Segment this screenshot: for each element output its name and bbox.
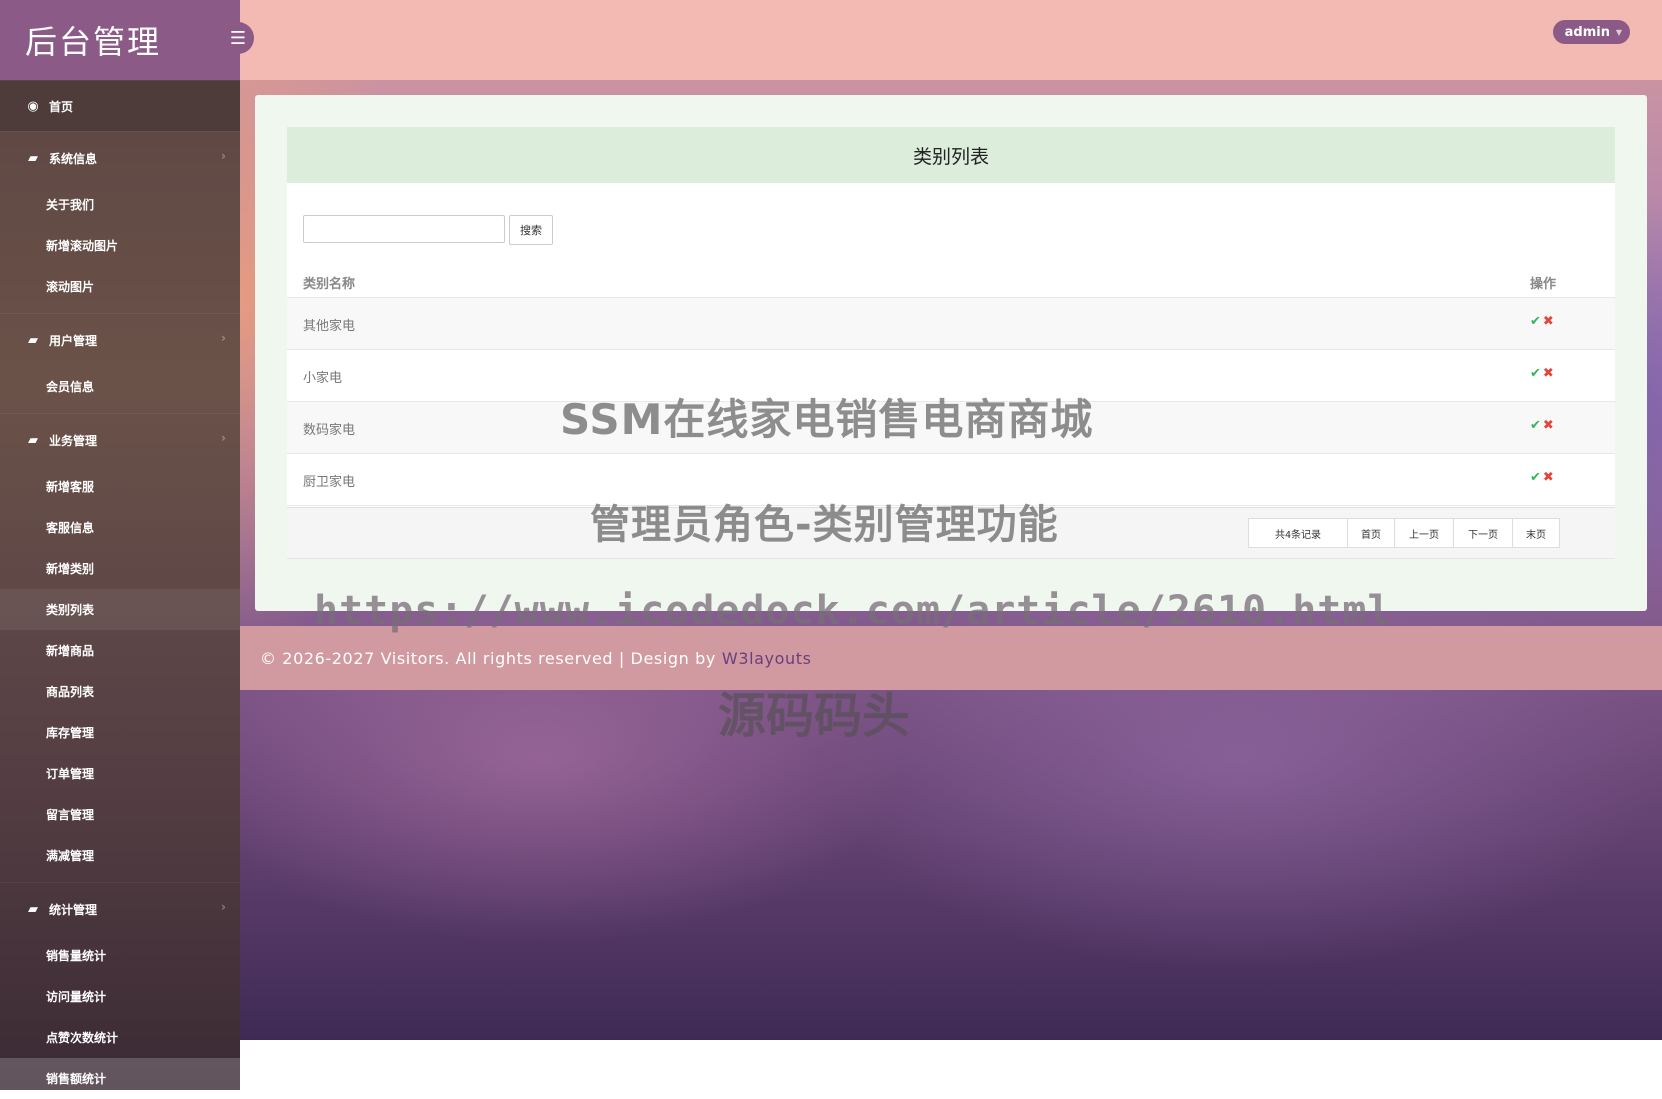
sidebar-item-banners[interactable]: 滚动图片 [0,266,240,307]
category-name: 其他家电 [303,319,356,334]
prev-page-button[interactable]: 上一页 [1394,518,1454,548]
sidebar-item-add-service[interactable]: 新增客服 [0,466,240,507]
bottom-blank-area [240,1040,1662,1090]
sidebar-item-add-category[interactable]: 新增类别 [0,548,240,589]
footer: © 2026-2027 Visitors. All rights reserve… [240,626,1662,690]
sidebar-item-orders[interactable]: 订单管理 [0,753,240,794]
sidebar-item-service-info[interactable]: 客服信息 [0,507,240,548]
delete-icon[interactable]: ✖ [1543,314,1554,329]
hamburger-icon: ☰ [229,27,247,49]
user-menu-button[interactable]: admin ▼ [1552,20,1630,44]
search-bar: 搜索 [303,215,553,245]
check-icon[interactable]: ✔ [1530,470,1541,485]
delete-icon[interactable]: ✖ [1543,470,1554,485]
footer-link[interactable]: W3layouts [722,649,812,668]
category-name: 厨卫家电 [303,475,356,490]
sidebar-item-product-list[interactable]: 商品列表 [0,671,240,712]
column-header-ops: 操作 [1530,277,1557,292]
sidebar-item-home[interactable]: ◉ 首页 [0,80,240,131]
pagination-bar: 共4条记录 首页 上一页 下一页 末页 [287,507,1615,559]
sidebar-item-likes[interactable]: 点赞次数统计 [0,1017,240,1058]
next-page-button[interactable]: 下一页 [1453,518,1513,548]
dashboard-icon: ◉ [27,98,39,114]
sidebar-item-about[interactable]: 关于我们 [0,184,240,225]
caret-down-icon: ▼ [1615,28,1622,37]
search-button[interactable]: 搜索 [509,215,553,245]
book-icon: ▰ [28,150,38,166]
check-icon[interactable]: ✔ [1530,418,1541,433]
sidebar-item-label: 首页 [49,99,74,114]
book-icon: ▰ [28,432,38,448]
book-icon: ▰ [28,332,38,348]
panel-title: 类别列表 [287,127,1615,183]
sidebar-item-sales-amount[interactable]: 销售额统计 [0,1058,240,1099]
user-name: admin [1564,24,1610,40]
category-name: 小家电 [303,371,343,386]
delete-icon[interactable]: ✖ [1543,366,1554,381]
chevron-right-icon: › [221,431,226,445]
table-row: 其他家电 ✔ ✖ [287,298,1615,350]
table-row: 小家电 ✔ ✖ [287,350,1615,402]
sidebar-item-add-product[interactable]: 新增商品 [0,630,240,671]
sidebar-section-label: 业务管理 [49,433,98,448]
row-actions: ✔ ✖ [1530,418,1554,433]
total-records: 共4条记录 [1248,518,1348,548]
table-row: 数码家电 ✔ ✖ [287,402,1615,454]
sidebar-section-users[interactable]: ▰ 用户管理 › [0,313,240,366]
sidebar-item-category-list[interactable]: 类别列表 [0,589,240,630]
sidebar-nav: ◉ 首页 ▰ 系统信息 › 关于我们 新增滚动图片 滚动图片 ▰ 用户管理 › … [0,80,240,1099]
table-header: 类别名称 操作 [287,267,1615,298]
sidebar-item-visits[interactable]: 访问量统计 [0,976,240,1017]
sidebar-item-add-banner[interactable]: 新增滚动图片 [0,225,240,266]
sidebar-item-messages[interactable]: 留言管理 [0,794,240,835]
sidebar-item-discounts[interactable]: 满减管理 [0,835,240,876]
sidebar-section-system[interactable]: ▰ 系统信息 › [0,131,240,184]
pagination: 共4条记录 首页 上一页 下一页 末页 [1248,518,1560,548]
table-row: 厨卫家电 ✔ ✖ [287,454,1615,506]
sidebar-item-sales-volume[interactable]: 销售量统计 [0,935,240,976]
row-actions: ✔ ✖ [1530,314,1554,329]
sidebar-item-inventory[interactable]: 库存管理 [0,712,240,753]
sidebar-section-stats[interactable]: ▰ 统计管理 › [0,882,240,935]
sidebar-item-members[interactable]: 会员信息 [0,366,240,407]
row-actions: ✔ ✖ [1530,470,1554,485]
category-name: 数码家电 [303,423,356,438]
chevron-right-icon: › [221,149,226,163]
last-page-button[interactable]: 末页 [1512,518,1560,548]
content-card: 类别列表 搜索 类别名称 操作 其他家电 ✔ ✖ 小家电 ✔ ✖ 数码家电 ✔ ✖ [255,95,1647,611]
search-input[interactable] [303,215,505,243]
first-page-button[interactable]: 首页 [1347,518,1395,548]
row-actions: ✔ ✖ [1530,366,1554,381]
delete-icon[interactable]: ✖ [1543,418,1554,433]
chevron-right-icon: › [221,331,226,345]
category-panel: 类别列表 搜索 类别名称 操作 其他家电 ✔ ✖ 小家电 ✔ ✖ 数码家电 ✔ ✖ [287,127,1615,559]
sidebar-section-label: 系统信息 [49,151,98,166]
book-icon: ▰ [28,901,38,917]
top-header: admin ▼ [240,0,1662,80]
chevron-right-icon: › [221,900,226,914]
brand-title: 后台管理 [0,0,240,80]
menu-toggle-button[interactable]: ☰ [222,22,254,54]
footer-text: © 2026-2027 Visitors. All rights reserve… [260,648,716,668]
sidebar: 后台管理 ◉ 首页 ▰ 系统信息 › 关于我们 新增滚动图片 滚动图片 ▰ 用户… [0,0,240,1099]
column-header-name: 类别名称 [303,277,356,292]
sidebar-section-label: 统计管理 [49,902,98,917]
check-icon[interactable]: ✔ [1530,366,1541,381]
sidebar-section-label: 用户管理 [49,333,98,348]
check-icon[interactable]: ✔ [1530,314,1541,329]
sidebar-section-business[interactable]: ▰ 业务管理 › [0,413,240,466]
